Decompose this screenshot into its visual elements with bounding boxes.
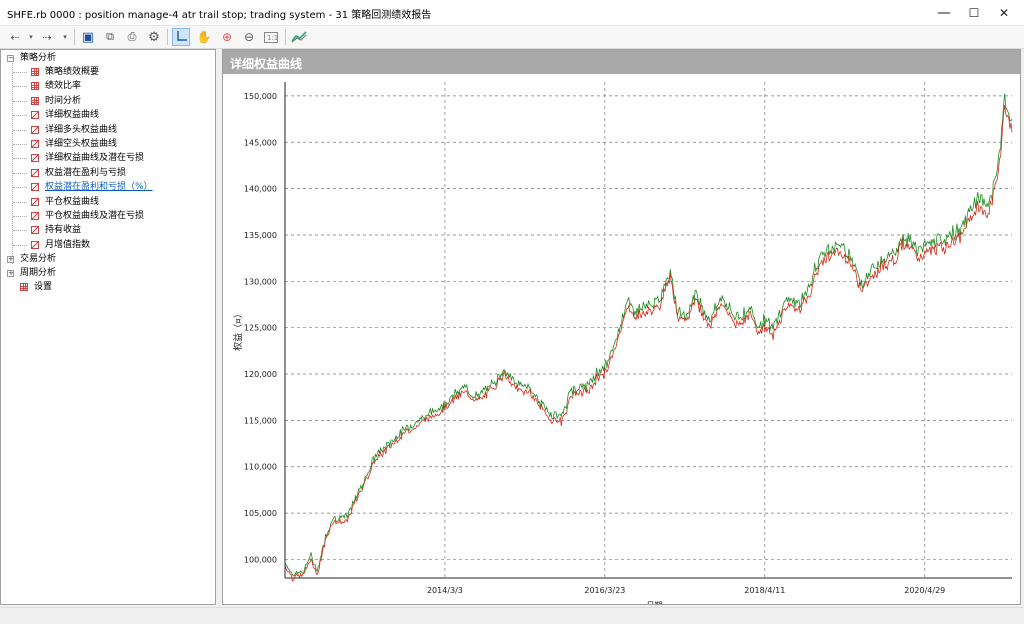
chart-report-icon — [31, 140, 39, 148]
y-tick-label: 120,000 — [244, 370, 277, 379]
print-icon[interactable]: ⎙ — [123, 28, 141, 46]
tree-item-label: 平仓权益曲线 — [45, 196, 100, 207]
toolbar-separator — [74, 29, 75, 45]
maximize-button[interactable]: ☐ — [959, 0, 989, 25]
chart-report-icon — [31, 197, 39, 206]
panel-title: 详细权益曲线 — [230, 57, 303, 71]
tree-item-label: 权益潜在盈利与亏损 — [45, 167, 127, 178]
panel-header: 详细权益曲线 — [223, 50, 1020, 74]
y-tick-label: 140,000 — [244, 185, 277, 194]
tree-item-label: 详细多头权益曲线 — [45, 124, 118, 135]
chart-report-icon — [31, 125, 39, 134]
tree-item-label: 平仓权益曲线及潜在亏损 — [45, 211, 145, 221]
tree-guide-line — [13, 100, 27, 102]
tree-guide-line — [13, 172, 27, 174]
y-tick-label: 135,000 — [244, 231, 277, 240]
tree-item-label: 策略绩效概要 — [45, 67, 100, 77]
toolbar-separator — [167, 29, 168, 45]
x-tick-label: 2018/4/11 — [744, 586, 785, 595]
x-tick-label: 2016/3/23 — [584, 586, 625, 595]
series-line-high — [284, 93, 1013, 577]
zoom-reset-icon[interactable]: 1:1 — [262, 28, 280, 46]
window-title: SHFE.rb 0000 : position manage-4 atr tra… — [7, 10, 432, 21]
tree-item-label: 时间分析 — [45, 95, 82, 106]
settings-icon[interactable]: ⚙ — [145, 28, 163, 46]
tree-item-label: 详细权益曲线及潜在亏损 — [45, 153, 145, 164]
close-button[interactable]: ✕ — [989, 0, 1019, 25]
save-icon[interactable]: ▣ — [79, 28, 97, 46]
tree-guide-line — [13, 115, 27, 117]
tree-guide-line — [13, 187, 27, 189]
crosshair-icon[interactable] — [172, 28, 190, 46]
y-tick-label: 130,000 — [244, 277, 277, 286]
chart-report-icon — [31, 154, 39, 163]
chart-report-icon — [31, 226, 39, 235]
dropdown-icon[interactable]: ▾ — [56, 28, 74, 46]
grid-report-icon — [20, 283, 28, 291]
y-tick-label: 125,000 — [244, 324, 277, 333]
crosshair-glyph — [177, 31, 187, 41]
tree-item-label: 月增值指数 — [45, 239, 91, 250]
title-bar: SHFE.rb 0000 : position manage-4 atr tra… — [0, 0, 1024, 26]
tree-guide-line — [13, 129, 27, 131]
chart-panel: 详细权益曲线 100,000 105,000 110,000 115,000 120,0… — [222, 49, 1021, 605]
y-tick-label: 105,000 — [244, 509, 277, 518]
chart-report-icon — [31, 183, 39, 192]
tree-guide-line — [13, 144, 27, 145]
chart-report-icon — [31, 111, 39, 120]
grid-report-icon — [31, 68, 39, 76]
y-tick-label: 145,000 — [244, 138, 277, 147]
minimize-button[interactable]: — — [929, 0, 959, 25]
chart-report-icon — [31, 240, 39, 249]
grid-report-icon — [31, 82, 39, 91]
chart-style-glyph — [291, 31, 307, 43]
expand-icon[interactable]: + — [7, 270, 14, 277]
x-tick-label: 2020/4/29 — [904, 586, 945, 595]
tree-guide-line — [13, 86, 27, 88]
series-line-low — [284, 105, 1013, 582]
expand-icon[interactable]: + — [7, 256, 14, 263]
tree-guide-line — [13, 244, 27, 246]
y-tick-label: 110,000 — [244, 463, 277, 472]
hand-pan-icon[interactable]: ✋ — [195, 28, 213, 46]
tree-item-label: 绩效比率 — [45, 81, 82, 92]
tree-guide-line — [13, 72, 27, 73]
x-axis-label: 日期 — [647, 601, 663, 604]
y-tick-label: 100,000 — [244, 555, 277, 564]
grid-report-icon — [31, 96, 39, 105]
collapse-icon[interactable]: − — [7, 55, 14, 62]
report-tree: − 策略分析 策略绩效概要 绩效比率 时间分析 详细权益曲线 详细多头权益曲线 详细空头权… — [0, 49, 216, 605]
x-tick-label: 2014/3/3 — [427, 586, 463, 595]
copy-icon[interactable]: ⧉ — [101, 28, 119, 46]
zoom-out-icon[interactable]: ⊖ — [240, 28, 258, 46]
tree-item-label: 详细空头权益曲线 — [45, 139, 118, 149]
tree-guide-line — [13, 216, 27, 217]
y-axis-label: 权益（¤） — [232, 309, 244, 351]
tree-item-label: 权益潜在盈利和亏损（%） — [45, 182, 153, 193]
status-bar — [0, 607, 1024, 624]
tree-guide-line — [13, 201, 27, 203]
chart-style-icon[interactable] — [290, 28, 308, 46]
zoom-reset-glyph: 1:1 — [264, 31, 278, 43]
tree-item-label: 详细权益曲线 — [45, 110, 100, 121]
toolbar: ⇠ ▾ ⇢ ▾ ▣ ⧉ ⎙ ⚙ ✋ ⊕ ⊖ 1:1 — [0, 26, 1024, 49]
forward-icon[interactable]: ⇢ — [38, 28, 56, 46]
chart-report-icon — [31, 212, 39, 220]
tree-guide-line — [12, 63, 13, 264]
y-tick-label: 150,000 — [244, 92, 277, 101]
chart-report-icon — [31, 168, 39, 177]
tree-item-label: 持有收益 — [45, 225, 82, 236]
svg-text:1:1: 1:1 — [267, 34, 278, 42]
zoom-in-icon[interactable]: ⊕ — [218, 28, 236, 46]
toolbar-separator — [285, 29, 286, 45]
equity-chart[interactable]: 100,000 105,000 110,000 115,000 120,000 125,0… — [223, 74, 1020, 604]
tree-guide-line — [13, 158, 27, 160]
y-tick-label: 115,000 — [244, 416, 277, 425]
tree-guide-line — [13, 230, 27, 232]
